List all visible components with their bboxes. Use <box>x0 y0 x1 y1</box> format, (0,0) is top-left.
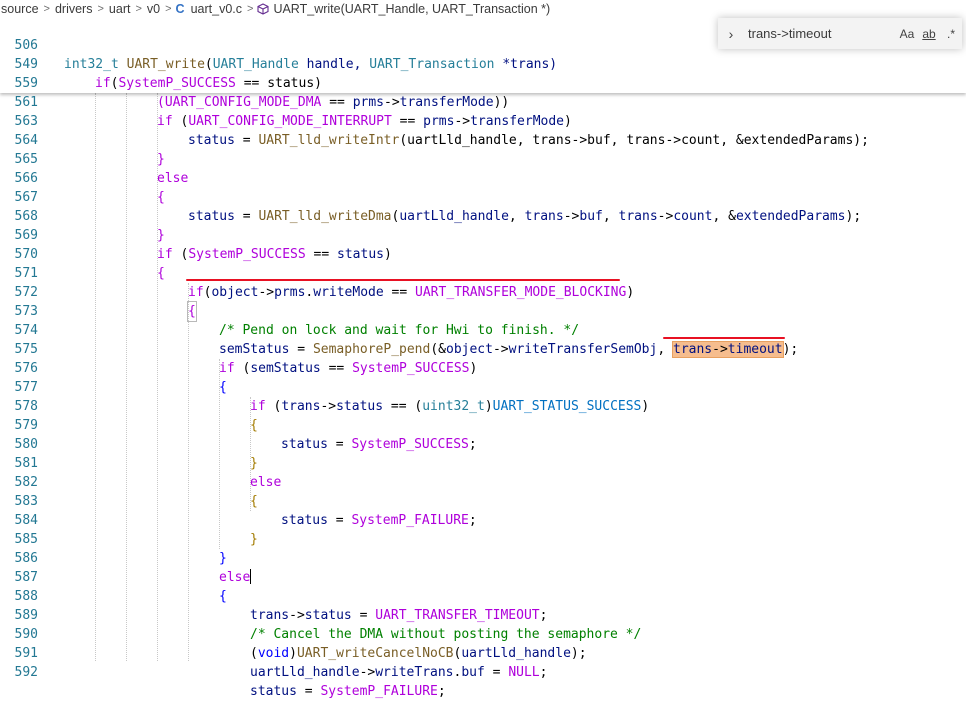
code-line[interactable]: 588 trans->status = UART_TRANSFER_TIMEOU… <box>0 568 966 623</box>
breadcrumb-item-file[interactable]: uart_v0.c <box>190 2 243 16</box>
find-widget: › trans->timeout Aa ab .* <box>718 18 962 49</box>
line-number: 561 <box>14 95 38 110</box>
code-line[interactable]: 576 { <box>0 340 966 395</box>
code-token: ; <box>539 665 548 680</box>
code-line[interactable]: 587 { <box>0 549 966 604</box>
code-line[interactable]: 566 { <box>0 150 966 205</box>
code-line[interactable]: 584 } <box>0 492 966 547</box>
code-token: ( <box>172 114 189 129</box>
code-token: = <box>484 665 509 680</box>
code-line[interactable]: 590 (void)UART_writeCancelNoCB(uartLld_h… <box>0 606 966 661</box>
code-line[interactable]: 569 if (SystemP_SUCCESS == status) <box>0 207 966 262</box>
code-token: )) <box>493 95 510 110</box>
regex-button[interactable]: .* <box>940 27 962 41</box>
code-line[interactable]: 592 status = SystemP_FAILURE; <box>0 644 966 699</box>
code-line[interactable]: 573 /* Pend on lock and wait for Hwi to … <box>0 283 966 338</box>
chevron-right-icon: > <box>43 2 50 15</box>
code-line[interactable]: 581 else <box>0 435 966 490</box>
code-token: -> <box>359 665 376 680</box>
code-line[interactable]: 580 } <box>0 416 966 471</box>
code-token: == <box>321 95 353 110</box>
whole-word-button[interactable]: ab <box>918 27 940 41</box>
code-token: prms <box>423 114 455 129</box>
code-token: . <box>453 665 462 680</box>
code-token: SystemP_FAILURE <box>320 684 438 699</box>
breadcrumb-item-v0[interactable]: v0 <box>146 2 161 16</box>
code-line[interactable]: 579 status = SystemP_SUCCESS; <box>0 397 966 452</box>
line-number: 592 <box>14 665 38 680</box>
code-token: ) <box>564 114 572 129</box>
code-token: == <box>391 114 424 129</box>
chevron-right-icon: > <box>135 2 142 15</box>
code-line[interactable]: 586 else <box>0 530 966 585</box>
match-case-button[interactable]: Aa <box>896 27 918 41</box>
code-line[interactable]: 591 uartLld_handle->writeTrans.buf = NUL… <box>0 625 966 680</box>
sticky-line[interactable]: 559 (UART_CONFIG_MODE_DMA == prms->trans… <box>0 55 966 110</box>
code-token: writeTrans <box>375 665 454 680</box>
chevron-right-icon: > <box>97 2 104 15</box>
code-line[interactable]: 575 if (semStatus == SystemP_SUCCESS) <box>0 321 966 376</box>
code-line[interactable]: 568 } <box>0 188 966 243</box>
code-line[interactable]: 583 status = SystemP_FAILURE; <box>0 473 966 528</box>
code-token: uartLld_handle <box>250 665 360 680</box>
breadcrumb-item-symbol[interactable]: UART_write(UART_Handle, UART_Transaction… <box>272 2 551 16</box>
code-line[interactable]: 567 status = UART_lld_writeDma(uartLld_h… <box>0 169 966 224</box>
code-token: -> <box>384 95 400 110</box>
code-token: prms <box>352 95 384 110</box>
code-token: UART_CONFIG_MODE_INTERRUPT <box>188 114 392 129</box>
code-line[interactable]: 577 if (trans->status == (uint32_t)UART_… <box>0 359 966 414</box>
code-token: if <box>157 114 173 129</box>
chevron-right-icon: > <box>247 2 254 15</box>
code-token: NULL <box>508 665 540 680</box>
code-token: ; <box>437 684 446 699</box>
code-line[interactable]: 578 { <box>0 378 966 433</box>
code-token: buf <box>461 665 485 680</box>
breadcrumb-item-drivers[interactable]: drivers <box>54 2 94 16</box>
code-line[interactable]: 582 { <box>0 454 966 509</box>
code-token: -> <box>454 114 471 129</box>
code-token: transferMode <box>399 95 494 110</box>
code-line[interactable]: 585 } <box>0 511 966 566</box>
code-token: transferMode <box>470 114 565 129</box>
code-line[interactable]: 571 if(object->prms.writeMode == UART_TR… <box>0 245 966 300</box>
code-line[interactable]: 574 semStatus = SemaphoreP_pend(&object-… <box>0 302 966 358</box>
code-line[interactable]: 589 /* Cancel the DMA without posting th… <box>0 587 966 642</box>
chevron-right-icon: > <box>165 2 172 15</box>
breadcrumb: source > drivers > uart > v0 > C uart_v0… <box>0 0 966 17</box>
code-line[interactable]: 572 { <box>0 264 966 322</box>
code-line[interactable]: 570 { <box>0 226 966 281</box>
breadcrumb-item-source[interactable]: source <box>0 2 40 16</box>
code-editor[interactable]: 506 int32_t UART_write(UART_Handle handl… <box>0 17 966 699</box>
method-symbol-icon <box>257 2 269 15</box>
code-line[interactable]: 565 else <box>0 131 966 186</box>
toggle-replace-chevron-icon[interactable]: › <box>718 26 744 42</box>
sticky-line[interactable]: 561 if (UART_CONFIG_MODE_INTERRUPT == pr… <box>0 74 966 129</box>
c-file-icon: C <box>175 1 185 16</box>
code-token: = <box>296 684 321 699</box>
breadcrumb-item-uart[interactable]: uart <box>108 2 132 16</box>
code-token: status <box>250 684 297 699</box>
find-input[interactable]: trans->timeout <box>744 26 896 41</box>
code-token: (UART_CONFIG_MODE_DMA <box>157 95 322 110</box>
